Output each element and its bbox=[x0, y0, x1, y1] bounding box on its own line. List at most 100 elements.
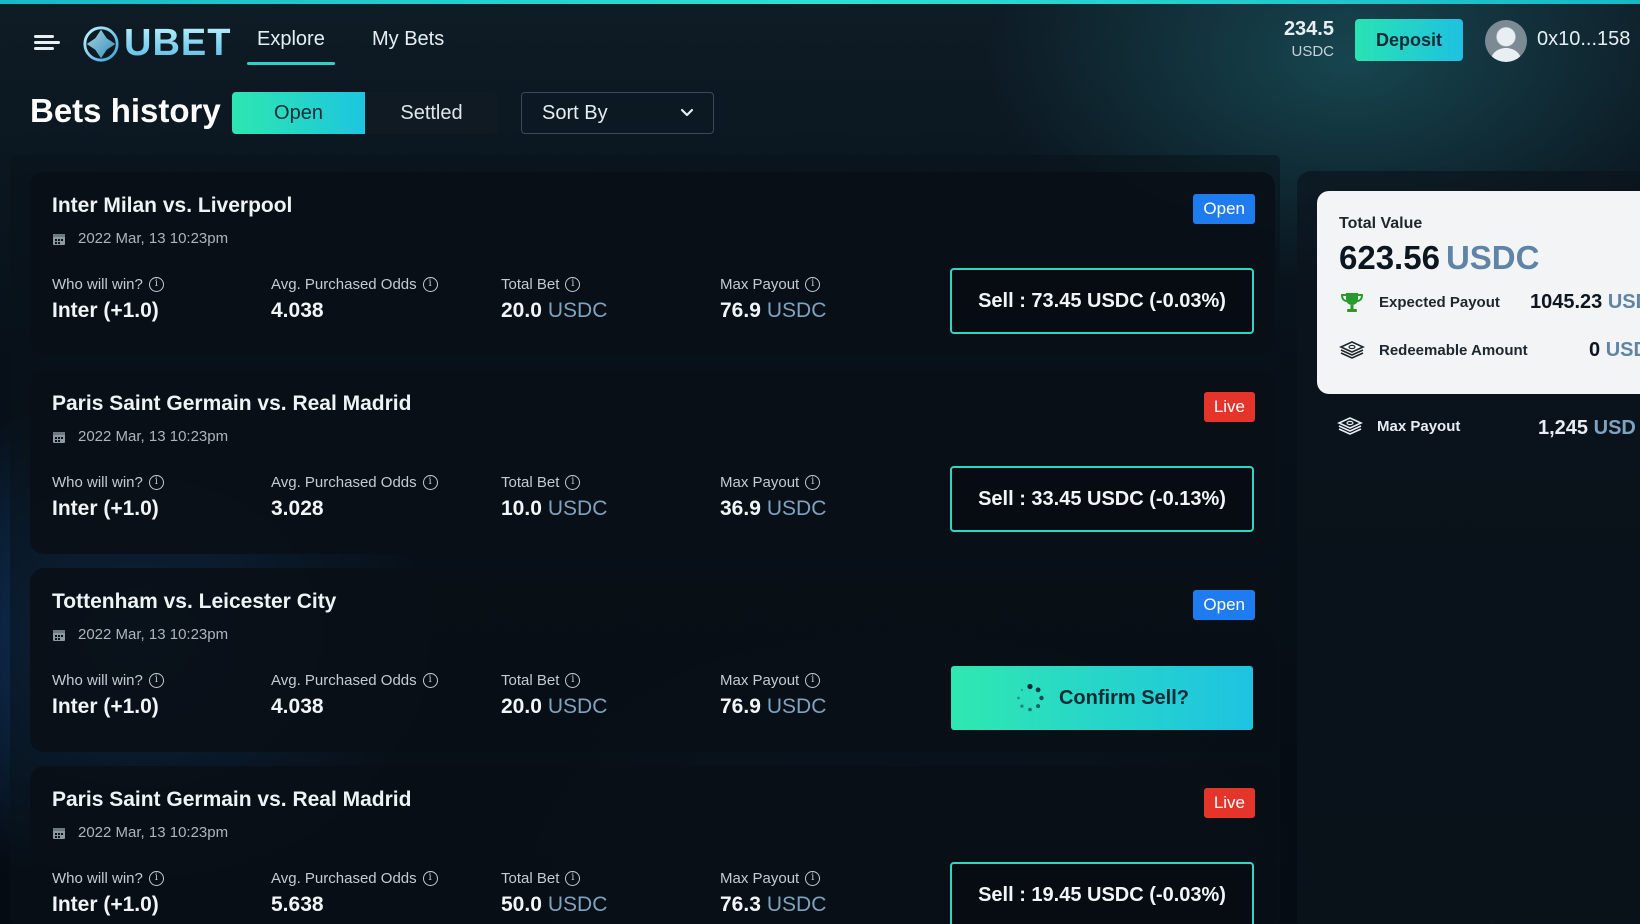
info-icon[interactable]: i bbox=[805, 673, 821, 688]
match-date: 2022 Mar, 13 10:23pm bbox=[52, 428, 228, 445]
max-payout-row: Max Payout bbox=[1337, 415, 1460, 437]
stat-value: Inter (+1.0) bbox=[52, 893, 159, 916]
stat-value: 10.0 bbox=[501, 497, 542, 520]
bet-card: Paris Saint Germain vs. Real Madrid 2022… bbox=[30, 370, 1275, 554]
stat-avg-odds: Avg. Purchased Odds i 5.638 bbox=[271, 870, 438, 917]
balance-amount: 234.5 bbox=[1283, 18, 1334, 40]
bet-status-tabs: Open Settled bbox=[232, 92, 498, 134]
expected-payout-unit: USD bbox=[1607, 290, 1640, 313]
stat-value: 4.038 bbox=[271, 695, 324, 718]
info-icon[interactable]: i bbox=[422, 277, 438, 292]
redeemable-amount-label: Redeemable Amount bbox=[1379, 341, 1528, 359]
sell-button[interactable]: Sell : 33.45 USDC (-0.13%) bbox=[950, 466, 1254, 532]
stat-value: 76.9 bbox=[720, 695, 761, 718]
logo[interactable]: UBET bbox=[82, 22, 231, 65]
sort-dropdown[interactable]: Sort By bbox=[521, 92, 714, 134]
logo-mark-icon bbox=[83, 25, 119, 62]
info-icon[interactable]: i bbox=[148, 871, 164, 886]
balance-unit: USDC bbox=[1291, 43, 1334, 60]
stat-label: Avg. Purchased Odds bbox=[271, 474, 417, 491]
info-icon[interactable]: i bbox=[148, 673, 164, 688]
total-value-card: Total Value 623.56 USDC Expected Payout 1… bbox=[1317, 191, 1640, 394]
stat-avg-odds: Avg. Purchased Odds i 4.038 bbox=[271, 276, 438, 323]
total-value-label: Total Value bbox=[1339, 215, 1423, 232]
stat-value: Inter (+1.0) bbox=[52, 497, 159, 520]
stat-label: Avg. Purchased Odds bbox=[271, 672, 417, 689]
stat-label: Total Bet bbox=[501, 870, 560, 887]
total-value-unit: USDC bbox=[1445, 239, 1540, 276]
sort-label: Sort By bbox=[542, 101, 608, 124]
money-stack-icon bbox=[1339, 341, 1365, 359]
menu-icon[interactable] bbox=[34, 32, 60, 52]
info-icon[interactable]: i bbox=[565, 277, 581, 292]
wallet-address[interactable]: 0x10...158 bbox=[1537, 28, 1630, 51]
match-title: Inter Milan vs. Liverpool bbox=[52, 194, 293, 217]
tab-settled[interactable]: Settled bbox=[365, 92, 498, 134]
match-date: 2022 Mar, 13 10:23pm bbox=[52, 824, 228, 841]
date-text: 2022 Mar, 13 10:23pm bbox=[78, 824, 229, 841]
info-icon[interactable]: i bbox=[148, 475, 164, 490]
chevron-down-icon bbox=[680, 108, 694, 117]
stat-label: Max Payout bbox=[720, 474, 800, 491]
expected-payout-row: Expected Payout 1045.23 USD bbox=[1339, 291, 1640, 313]
money-stack-icon bbox=[1337, 417, 1363, 435]
date-text: 2022 Mar, 13 10:23pm bbox=[78, 626, 229, 643]
stat-label: Max Payout bbox=[720, 276, 800, 293]
stat-total-bet: Total Bet i 10.0 USDC bbox=[501, 474, 607, 521]
stat-label: Total Bet bbox=[501, 672, 560, 689]
avatar[interactable] bbox=[1485, 20, 1527, 62]
logo-text: UBET bbox=[124, 22, 232, 64]
info-icon[interactable]: i bbox=[805, 871, 821, 886]
header: UBET Explore My Bets 234.5 USDC Deposit … bbox=[0, 4, 1640, 82]
page-title: Bets history bbox=[30, 92, 221, 129]
info-icon[interactable]: i bbox=[805, 475, 821, 490]
stat-label: Avg. Purchased Odds bbox=[271, 870, 417, 887]
stat-label: Who will win? bbox=[52, 474, 143, 491]
stat-value: 20.0 bbox=[501, 695, 542, 718]
nav-tab-my-bets[interactable]: My Bets bbox=[372, 28, 444, 51]
stat-label: Max Payout bbox=[720, 672, 800, 689]
info-icon[interactable]: i bbox=[422, 871, 438, 886]
stat-who-will-win: Who will win? i Inter (+1.0) bbox=[52, 672, 164, 719]
sell-button[interactable]: Sell : 19.45 USDC (-0.03%) bbox=[950, 862, 1254, 924]
stat-label: Total Bet bbox=[501, 276, 560, 293]
stat-value: 3.028 bbox=[271, 497, 324, 520]
stat-value: 36.9 bbox=[720, 497, 761, 520]
info-icon[interactable]: i bbox=[422, 475, 438, 490]
trophy-icon bbox=[1340, 293, 1364, 312]
stat-label: Who will win? bbox=[52, 276, 143, 293]
redeemable-amount-row: Redeemable Amount 0 USD bbox=[1339, 339, 1640, 361]
confirm-sell-button[interactable]: Confirm Sell? bbox=[951, 666, 1253, 730]
status-badge: Live bbox=[1203, 788, 1255, 818]
tab-open[interactable]: Open bbox=[232, 92, 365, 134]
expected-payout-amount: 1045.23 bbox=[1530, 290, 1603, 313]
stat-max-payout: Max Payout i 76.3 USDC bbox=[720, 870, 826, 917]
info-icon[interactable]: i bbox=[148, 277, 164, 292]
info-icon[interactable]: i bbox=[565, 673, 581, 688]
match-date: 2022 Mar, 13 10:23pm bbox=[52, 230, 228, 247]
info-icon[interactable]: i bbox=[422, 673, 438, 688]
match-title: Paris Saint Germain vs. Real Madrid bbox=[52, 392, 412, 415]
stat-value: Inter (+1.0) bbox=[52, 299, 159, 322]
match-date: 2022 Mar, 13 10:23pm bbox=[52, 626, 228, 643]
info-icon[interactable]: i bbox=[565, 475, 581, 490]
unit-label: USDC bbox=[766, 893, 827, 916]
info-icon[interactable]: i bbox=[565, 871, 581, 886]
unit-label: USDC bbox=[766, 299, 827, 322]
total-value-amount: 623.56 bbox=[1339, 239, 1440, 276]
match-title: Paris Saint Germain vs. Real Madrid bbox=[52, 788, 412, 811]
stat-max-payout: Max Payout i 36.9 USDC bbox=[720, 474, 826, 521]
info-icon[interactable]: i bbox=[805, 277, 821, 292]
status-badge: Open bbox=[1193, 590, 1255, 620]
nav-tab-explore[interactable]: Explore bbox=[247, 28, 335, 65]
calendar-icon bbox=[53, 827, 65, 839]
deposit-button[interactable]: Deposit bbox=[1355, 19, 1463, 61]
sell-button[interactable]: Sell : 73.45 USDC (-0.03%) bbox=[950, 268, 1254, 334]
stat-label: Who will win? bbox=[52, 672, 143, 689]
stat-avg-odds: Avg. Purchased Odds i 3.028 bbox=[271, 474, 438, 521]
redeemable-unit: USD bbox=[1605, 338, 1640, 361]
stat-who-will-win: Who will win? i Inter (+1.0) bbox=[52, 276, 164, 323]
bet-card: Paris Saint Germain vs. Real Madrid 2022… bbox=[30, 766, 1275, 924]
redeemable-amount-value: 0 USD bbox=[1589, 339, 1640, 362]
max-payout-label: Max Payout bbox=[1377, 417, 1461, 435]
